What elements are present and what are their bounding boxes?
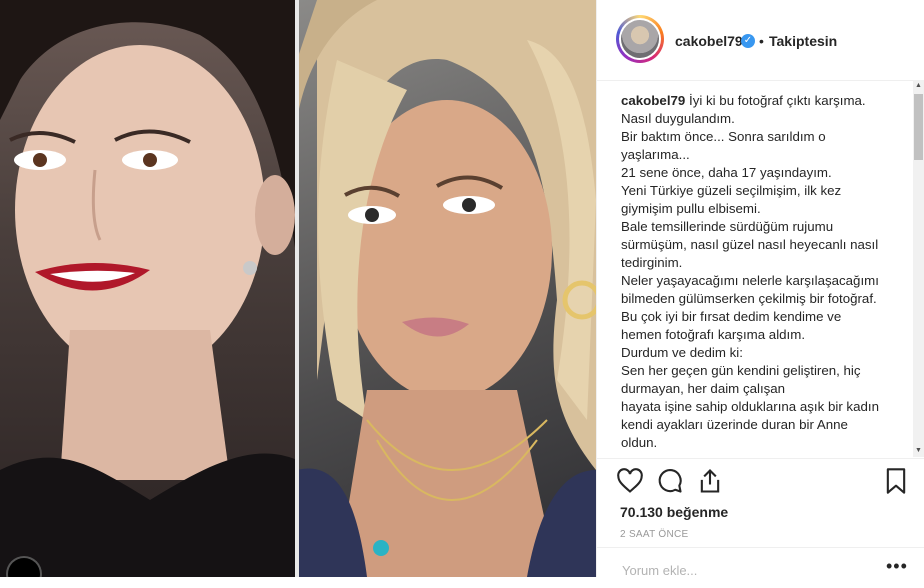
- caption-text: Bir baktım önce... Sonra sarıldım o: [621, 129, 826, 144]
- post-time[interactable]: 2 SAAT ÖNCE: [620, 529, 689, 540]
- post-caption: cakobel79 İyi ki bu fotoğraf çıktı karşı…: [621, 92, 899, 452]
- caption-line: Yeni Türkiye güzeli seçilmişim, ilk kez: [621, 182, 899, 200]
- caption-text: kendi ayakları üzerinde duran bir Anne: [621, 417, 848, 432]
- avatar[interactable]: [616, 15, 664, 63]
- caption-text: Nasıl duygulandım.: [621, 111, 735, 126]
- post-image[interactable]: [0, 0, 596, 577]
- post-header: cakobel79 ✓ • Takiptesin: [597, 0, 914, 81]
- collage-divider: [295, 0, 299, 577]
- caption-text: Bu çok iyi bir fırsat dedim kendime ve: [621, 309, 842, 324]
- more-options-icon[interactable]: •••: [886, 556, 908, 577]
- caption-text: Neler yaşayacağımı nelerle karşılaşacağı…: [621, 273, 879, 288]
- caption-username-link[interactable]: cakobel79: [621, 93, 689, 108]
- share-icon[interactable]: [696, 467, 724, 495]
- caption-text: sürmüşüm, nasıl güzel nasıl heyecanlı na…: [621, 237, 879, 252]
- caption-line: tedirginim.: [621, 254, 899, 272]
- caption-line: Bale temsillerinde sürdüğüm rujumu: [621, 218, 899, 236]
- caption-line: hemen fotoğrafı karşıma aldım.: [621, 326, 899, 344]
- caption-line: Sen her geçen gün kendini geliştiren, hi…: [621, 362, 899, 380]
- caption-line: Bu çok iyi bir fırsat dedim kendime ve: [621, 308, 899, 326]
- caption-text: hayata işine sahip olduklarına aşık bir …: [621, 399, 879, 414]
- caption-text: Sen her geçen gün kendini geliştiren, hi…: [621, 363, 861, 378]
- photo-left: [0, 0, 297, 577]
- caption-text: giymişim pullu elbisemi.: [621, 201, 761, 216]
- caption-text: Yeni Türkiye güzeli seçilmişim, ilk kez: [621, 183, 842, 198]
- photo-right: [297, 0, 596, 577]
- following-button[interactable]: Takiptesin: [769, 33, 837, 49]
- caption-line: oldun.: [621, 434, 899, 452]
- caption-line: 21 sene önce, daha 17 yaşındayım.: [621, 164, 899, 182]
- caption-line: kendi ayakları üzerinde duran bir Anne: [621, 416, 899, 434]
- separator-dot: •: [759, 33, 764, 49]
- username-link[interactable]: cakobel79: [675, 33, 743, 49]
- caption-line: Nasıl duygulandım.: [621, 110, 899, 128]
- caption-line: yaşlarıma...: [621, 146, 899, 164]
- caption-text: hemen fotoğrafı karşıma aldım.: [621, 327, 806, 342]
- comment-icon[interactable]: [656, 467, 684, 495]
- caption-line: Durdum ve dedim ki:: [621, 344, 899, 362]
- caption-line: giymişim pullu elbisemi.: [621, 200, 899, 218]
- post-actions: 70.130 beğenme 2 SAAT ÖNCE •••: [596, 458, 924, 579]
- avatar-image: [621, 20, 659, 58]
- caption-text: durmayan, her daim çalışan: [621, 381, 786, 396]
- heart-icon[interactable]: [616, 467, 644, 495]
- caption-line: bilmeden gülümserken çekilmiş bir fotoğr…: [621, 290, 899, 308]
- caption-scrollbar[interactable]: ▲ ▼: [913, 80, 924, 457]
- scroll-up-arrow-icon[interactable]: ▲: [913, 80, 924, 92]
- caption-line: durmayan, her daim çalışan: [621, 380, 899, 398]
- caption-text: yaşlarıma...: [621, 147, 690, 162]
- comment-input[interactable]: [620, 562, 884, 579]
- scroll-thumb[interactable]: [914, 94, 923, 160]
- caption-text: Durdum ve dedim ki:: [621, 345, 743, 360]
- caption-line: Bir baktım önce... Sonra sarıldım o: [621, 128, 899, 146]
- verified-badge-icon: ✓: [741, 34, 755, 48]
- caption-text: 21 sene önce, daha 17 yaşındayım.: [621, 165, 832, 180]
- caption-text: oldun.: [621, 435, 658, 450]
- caption-text: bilmeden gülümserken çekilmiş bir fotoğr…: [621, 291, 877, 306]
- bookmark-icon[interactable]: [882, 467, 910, 495]
- caption-scroll-area[interactable]: cakobel79 İyi ki bu fotoğraf çıktı karşı…: [597, 80, 914, 457]
- caption-text: İyi ki bu fotoğraf çıktı karşıma.: [689, 93, 866, 108]
- caption-line: sürmüşüm, nasıl güzel nasıl heyecanlı na…: [621, 236, 899, 254]
- caption-text: Bale temsillerinde sürdüğüm rujumu: [621, 219, 834, 234]
- caption-line: Neler yaşayacağımı nelerle karşılaşacağı…: [621, 272, 899, 290]
- caption-line: cakobel79 İyi ki bu fotoğraf çıktı karşı…: [621, 92, 899, 110]
- caption-line: hayata işine sahip olduklarına aşık bir …: [621, 398, 899, 416]
- caption-text: tedirginim.: [621, 255, 683, 270]
- likes-count[interactable]: 70.130 beğenme: [620, 504, 728, 520]
- comment-row: •••: [596, 547, 924, 588]
- scroll-down-arrow-icon[interactable]: ▼: [913, 445, 924, 457]
